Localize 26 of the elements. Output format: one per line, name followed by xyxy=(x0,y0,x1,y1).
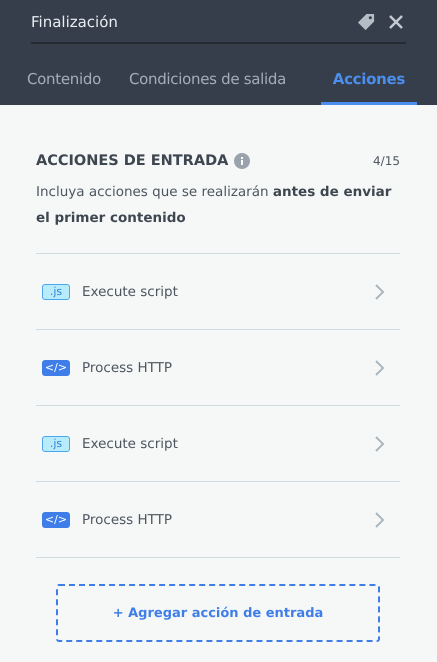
section-description: Incluya acciones que se realizarán antes de enviar el primer contenido xyxy=(36,183,392,228)
script-badge: .js xyxy=(42,284,70,300)
action-label: Execute script xyxy=(82,436,179,452)
panel-title: Finalización xyxy=(31,13,119,31)
chevron-right-icon xyxy=(375,284,385,300)
tab[interactable]: Contenido xyxy=(20,59,108,105)
action-label: Process HTTP xyxy=(82,360,174,376)
code-badge: </> xyxy=(42,512,70,528)
info-icon[interactable] xyxy=(234,153,250,169)
action-row[interactable]: </> Process HTTP xyxy=(36,330,400,406)
action-row[interactable]: .js Execute script xyxy=(36,254,400,330)
action-count: 4/15 xyxy=(373,154,400,168)
chevron-right-icon xyxy=(375,436,385,452)
code-badge: </> xyxy=(42,360,70,376)
chevron-right-icon xyxy=(375,512,385,528)
section-title: ACCIONES DE ENTRADA xyxy=(36,153,228,169)
tag-icon[interactable] xyxy=(357,12,376,32)
action-label: Execute script xyxy=(82,284,179,300)
action-label: Process HTTP xyxy=(82,512,174,528)
chevron-right-icon xyxy=(375,360,385,376)
script-badge: .js xyxy=(42,436,70,452)
close-icon[interactable] xyxy=(388,14,404,30)
action-row[interactable]: .js Execute script xyxy=(36,406,400,482)
tab[interactable]: Condiciones de salida xyxy=(122,59,293,105)
action-row[interactable]: </> Process HTTP xyxy=(36,482,400,558)
add-action-button[interactable]: + Agregar acción de entrada xyxy=(56,584,380,642)
